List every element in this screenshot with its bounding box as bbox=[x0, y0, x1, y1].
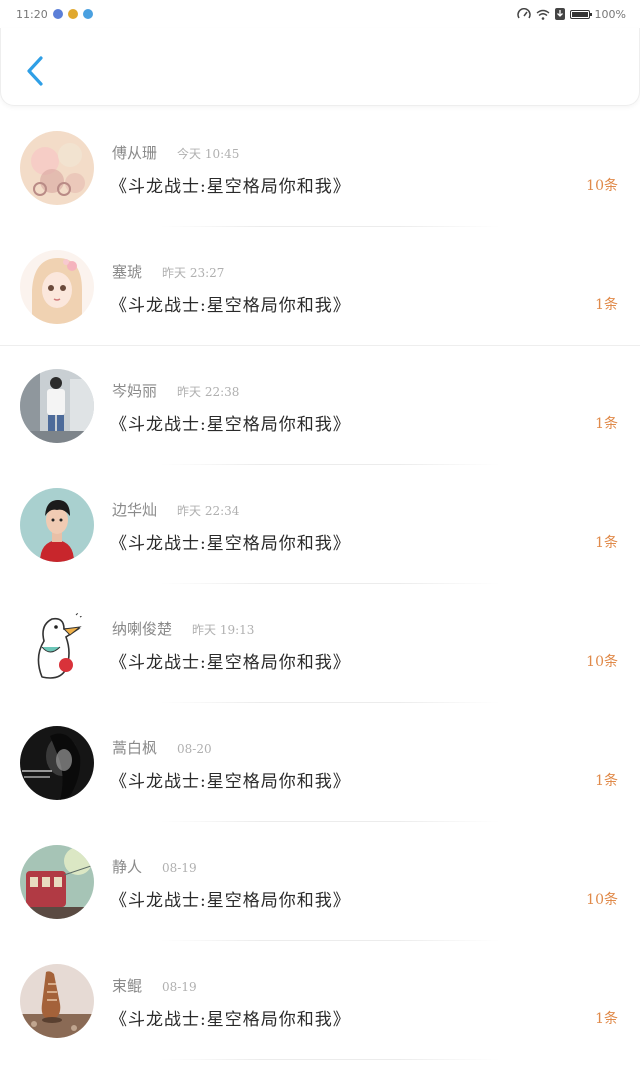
battery-level: 100% bbox=[594, 7, 626, 21]
name-line: 静人 08-19 bbox=[112, 856, 197, 877]
sender-name: 岑妈丽 bbox=[112, 382, 158, 400]
emoji-notification-icon bbox=[67, 9, 78, 19]
sender-name: 静人 bbox=[112, 858, 143, 876]
book-title: 《斗龙战士:星空格局你和我》 bbox=[110, 296, 351, 316]
book-title: 《斗龙战士:星空格局你和我》 bbox=[110, 534, 351, 554]
message-count: 10条 bbox=[586, 178, 618, 194]
back-button[interactable] bbox=[19, 54, 51, 88]
divider bbox=[160, 1059, 500, 1060]
battery-icon bbox=[569, 9, 593, 19]
header bbox=[0, 28, 640, 106]
message-time: 08-19 bbox=[162, 861, 197, 875]
name-line: 纳喇俊楚 昨天 19:13 bbox=[112, 618, 254, 639]
wifi-icon bbox=[536, 9, 549, 20]
message-count: 1条 bbox=[595, 416, 618, 432]
avatar[interactable] bbox=[20, 488, 94, 562]
download-icon bbox=[554, 8, 565, 20]
avatar[interactable] bbox=[20, 964, 94, 1038]
avatar[interactable] bbox=[20, 250, 94, 324]
book-title: 《斗龙战士:星空格局你和我》 bbox=[110, 653, 351, 673]
message-list: 傅从珊 今天 10:45 《斗龙战士:星空格局你和我》 10条 塞琥 昨天 23… bbox=[0, 108, 640, 1060]
message-count: 1条 bbox=[595, 773, 618, 789]
book-title: 《斗龙战士:星空格局你和我》 bbox=[110, 415, 351, 435]
status-bar: 11:20 100% bbox=[0, 0, 640, 28]
status-time: 11:20 bbox=[16, 7, 48, 21]
name-line: 蒿白枫 08-20 bbox=[112, 737, 212, 758]
message-row[interactable]: 静人 08-19 《斗龙战士:星空格局你和我》 10条 bbox=[0, 822, 640, 941]
app-notification-icon bbox=[52, 9, 63, 19]
message-row[interactable]: 纳喇俊楚 昨天 19:13 《斗龙战士:星空格局你和我》 10条 bbox=[0, 584, 640, 703]
message-row[interactable]: 束鲲 08-19 《斗龙战士:星空格局你和我》 1条 bbox=[0, 941, 640, 1060]
avatar[interactable] bbox=[20, 845, 94, 919]
avatar[interactable] bbox=[20, 131, 94, 205]
message-count: 1条 bbox=[595, 535, 618, 551]
book-title: 《斗龙战士:星空格局你和我》 bbox=[110, 772, 351, 792]
avatar[interactable] bbox=[20, 369, 94, 443]
book-title: 《斗龙战士:星空格局你和我》 bbox=[110, 891, 351, 911]
name-line: 束鲲 08-19 bbox=[112, 975, 197, 996]
sender-name: 纳喇俊楚 bbox=[112, 620, 173, 638]
book-title: 《斗龙战士:星空格局你和我》 bbox=[110, 177, 351, 197]
message-time: 昨天 22:34 bbox=[177, 504, 240, 518]
message-time: 昨天 22:38 bbox=[177, 385, 240, 399]
name-line: 傅从珊 今天 10:45 bbox=[112, 142, 239, 163]
status-right: 100% bbox=[516, 7, 626, 21]
sender-name: 塞琥 bbox=[112, 263, 143, 281]
message-count: 10条 bbox=[586, 892, 618, 908]
message-count: 1条 bbox=[595, 1011, 618, 1027]
name-line: 边华灿 昨天 22:34 bbox=[112, 499, 239, 520]
message-time: 08-20 bbox=[177, 742, 212, 756]
message-row[interactable]: 傅从珊 今天 10:45 《斗龙战士:星空格局你和我》 10条 bbox=[0, 108, 640, 227]
message-row[interactable]: 岑妈丽 昨天 22:38 《斗龙战士:星空格局你和我》 1条 bbox=[0, 346, 640, 465]
message-row[interactable]: 边华灿 昨天 22:34 《斗龙战士:星空格局你和我》 1条 bbox=[0, 465, 640, 584]
message-row[interactable]: 蒿白枫 08-20 《斗龙战士:星空格局你和我》 1条 bbox=[0, 703, 640, 822]
sender-name: 蒿白枫 bbox=[112, 739, 158, 757]
message-time: 昨天 19:13 bbox=[192, 623, 255, 637]
name-line: 岑妈丽 昨天 22:38 bbox=[112, 380, 239, 401]
chevron-left-icon bbox=[27, 56, 43, 86]
message-row[interactable]: 塞琥 昨天 23:27 《斗龙战士:星空格局你和我》 1条 bbox=[0, 227, 640, 346]
message-count: 1条 bbox=[595, 297, 618, 313]
speed-icon bbox=[516, 8, 531, 19]
message-time: 08-19 bbox=[162, 980, 197, 994]
message-time: 昨天 23:27 bbox=[162, 266, 225, 280]
message-count: 10条 bbox=[586, 654, 618, 670]
name-line: 塞琥 昨天 23:27 bbox=[112, 261, 224, 282]
sender-name: 边华灿 bbox=[112, 501, 158, 519]
status-left: 11:20 bbox=[16, 8, 93, 21]
message-time: 今天 10:45 bbox=[177, 147, 240, 161]
avatar[interactable] bbox=[20, 607, 94, 681]
sender-name: 束鲲 bbox=[112, 977, 143, 995]
avatar[interactable] bbox=[20, 726, 94, 800]
book-title: 《斗龙战士:星空格局你和我》 bbox=[110, 1010, 351, 1030]
browser-notification-icon bbox=[82, 9, 93, 19]
sender-name: 傅从珊 bbox=[112, 144, 158, 162]
